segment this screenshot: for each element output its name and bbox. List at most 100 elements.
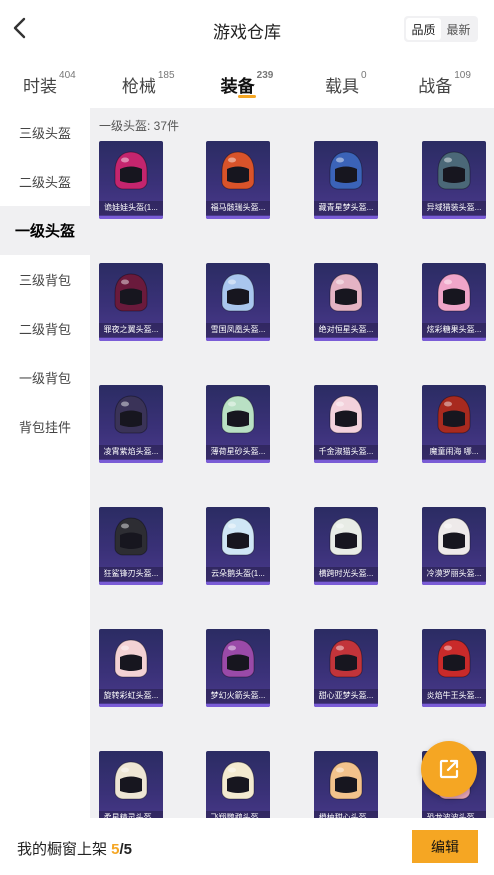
item-name: 飞翔鹦鹉头盔... (206, 811, 270, 818)
item-card[interactable]: 异域猎装头盔... (422, 141, 486, 219)
sidebar-item-level1-helmet[interactable]: 一级头盔 (0, 206, 90, 255)
item-name: 诡娃娃头盔(1... (99, 201, 163, 215)
item-card[interactable]: 诡娃娃头盔(1... (99, 141, 163, 219)
helmet-icon (437, 639, 471, 678)
item-card[interactable]: 炫彩糖果头盔... (422, 263, 486, 341)
item-card[interactable]: 云朵鹅头盔(1... (206, 507, 270, 585)
item-card[interactable]: 炎焰牛王头盔... (422, 629, 486, 707)
rarity-bar (99, 582, 163, 585)
item-card[interactable]: 凌霄紫焰头盔... (99, 385, 163, 463)
rarity-bar (99, 704, 163, 707)
helmet-icon (221, 151, 255, 190)
rarity-bar (99, 216, 163, 219)
sidebar-item-level2-backpack[interactable]: 二级背包 (0, 304, 90, 353)
item-card[interactable]: 雪国凤凰头盔... (206, 263, 270, 341)
item-card[interactable]: 福马骸瑞头盔... (206, 141, 270, 219)
helmet-icon (437, 517, 471, 556)
item-card[interactable]: 梦幻火箭头盔... (206, 629, 270, 707)
helmet-icon (114, 761, 148, 800)
sidebar: 三级头盔 二级头盔 一级头盔 三级背包 二级背包 一级背包 背包挂件 (0, 108, 90, 818)
helmet-icon (114, 395, 148, 434)
item-card[interactable]: 绝对恒星头盔... (314, 263, 378, 341)
helmet-icon (329, 151, 363, 190)
helmet-icon (329, 639, 363, 678)
tab-label: 装备 (220, 77, 255, 96)
item-card[interactable]: 狂鲨锋刃头盔... (99, 507, 163, 585)
item-card[interactable]: 橙柚甜心头盔... (314, 751, 378, 818)
helmet-icon (329, 761, 363, 800)
item-name: 甜心亚梦头盔... (314, 689, 378, 703)
item-card[interactable]: 薄荷星砂头盔... (206, 385, 270, 463)
sort-toggle: 品质 最新 (404, 16, 478, 42)
rarity-bar (314, 216, 378, 219)
sidebar-item-backpack-charm[interactable]: 背包挂件 (0, 402, 90, 451)
sort-latest-button[interactable]: 最新 (441, 18, 476, 40)
item-name: 绝对恒星头盔... (314, 323, 378, 337)
sidebar-item-level2-helmet[interactable]: 二级头盔 (0, 157, 90, 206)
item-name: 橙柚甜心头盔... (314, 811, 378, 818)
tab-label: 载具 (325, 77, 359, 96)
item-name: 罪夜之翼头盔... (99, 323, 163, 337)
showcase-status: 我的橱窗上架 5/5 (17, 838, 132, 859)
helmet-icon (437, 151, 471, 190)
item-name: 柔星精灵头盔... (99, 811, 163, 818)
item-name: 冷漠罗丽头盔... (422, 567, 486, 581)
tab-count: 109 (454, 70, 471, 81)
item-name: 魔童闹海 哪... (422, 445, 486, 459)
item-card[interactable]: 罪夜之翼头盔... (99, 263, 163, 341)
helmet-icon (437, 395, 471, 434)
item-card[interactable]: 旋转彩虹头盔... (99, 629, 163, 707)
item-name: 藏青星梦头盔... (314, 201, 378, 215)
item-card[interactable]: 魔童闹海 哪... (422, 385, 486, 463)
rarity-bar (314, 460, 378, 463)
edit-button[interactable]: 编辑 (412, 830, 478, 863)
sidebar-item-level1-backpack[interactable]: 一级背包 (0, 353, 90, 402)
helmet-icon (114, 273, 148, 312)
item-name: 千金淑猫头盔... (314, 445, 378, 459)
item-card[interactable]: 千金淑猫头盔... (314, 385, 378, 463)
item-card[interactable]: 冷漠罗丽头盔... (422, 507, 486, 585)
bottom-bar: 我的橱窗上架 5/5 编辑 (0, 818, 494, 875)
item-name: 福马骸瑞头盔... (206, 201, 270, 215)
rarity-bar (422, 582, 486, 585)
rarity-bar (99, 338, 163, 341)
rarity-bar (206, 704, 270, 707)
rarity-bar (206, 582, 270, 585)
rarity-bar (206, 216, 270, 219)
tab-guns[interactable]: 枪械185 (99, 58, 198, 108)
rarity-bar (206, 338, 270, 341)
tab-equipment[interactable]: 装备239 (198, 58, 297, 108)
rarity-bar (422, 460, 486, 463)
item-name: 旋转彩虹头盔... (99, 689, 163, 703)
helmet-icon (329, 273, 363, 312)
tab-count: 239 (256, 70, 274, 81)
showcase-label: 我的橱窗上架 (17, 841, 112, 858)
item-name: 异域猎装头盔... (422, 201, 486, 215)
item-card[interactable]: 甜心亚梦头盔... (314, 629, 378, 707)
item-card[interactable]: 藏青星梦头盔... (314, 141, 378, 219)
tab-fashion[interactable]: 时装404 (0, 58, 99, 108)
item-name: 炫彩糖果头盔... (422, 323, 486, 337)
rarity-bar (314, 582, 378, 585)
active-tab-indicator (237, 95, 256, 98)
tab-supplies[interactable]: 战备109 (395, 58, 494, 108)
item-name: 雪国凤凰头盔... (206, 323, 270, 337)
top-bar: 游戏仓库 品质 最新 (0, 0, 494, 58)
helmet-icon (437, 273, 471, 312)
sidebar-item-level3-helmet[interactable]: 三级头盔 (0, 108, 90, 157)
sidebar-item-level3-backpack[interactable]: 三级背包 (0, 255, 90, 304)
tab-vehicles[interactable]: 载具0 (296, 58, 395, 108)
item-card[interactable]: 横跨时光头盔... (314, 507, 378, 585)
item-card[interactable]: 柔星精灵头盔... (99, 751, 163, 818)
item-count-label: 一级头盔: 37件 (99, 119, 180, 133)
helmet-icon (221, 639, 255, 678)
helmet-icon (221, 517, 255, 556)
showcase-current: 5 (111, 841, 120, 858)
rarity-bar (99, 460, 163, 463)
share-button[interactable] (421, 741, 477, 797)
item-name: 炎焰牛王头盔... (422, 689, 486, 703)
tab-label: 时装 (23, 77, 58, 96)
helmet-icon (329, 395, 363, 434)
item-card[interactable]: 飞翔鹦鹉头盔... (206, 751, 270, 818)
sort-quality-button[interactable]: 品质 (406, 18, 441, 40)
